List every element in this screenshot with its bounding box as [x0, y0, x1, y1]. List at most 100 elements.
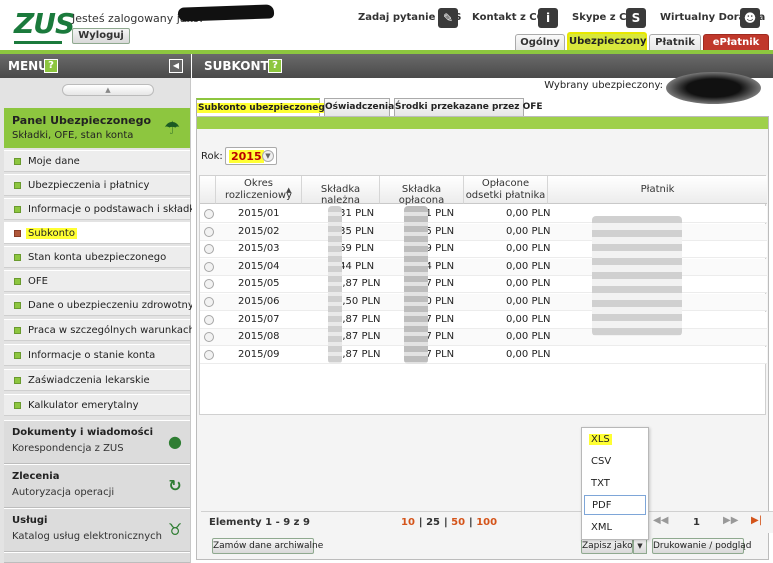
group-title: Zlecenia: [12, 471, 60, 482]
menu-item-kalkulator[interactable]: Kalkulator emerytalny: [4, 394, 190, 416]
cell-nalezna: 6,87 PLN: [336, 331, 381, 343]
menu-group-more[interactable]: [4, 552, 190, 563]
menu-header: MENU ? ◀: [0, 54, 191, 78]
option-label: XML: [591, 522, 613, 533]
column-label: Opłacone odsetki płatnika: [465, 178, 546, 201]
main-panel: SUBKONTO ? Wybrany ubezpieczony: Subkont…: [192, 54, 773, 563]
page-size-50[interactable]: 50: [451, 517, 465, 528]
logout-button[interactable]: Wyloguj: [72, 28, 130, 44]
first-page-icon[interactable]: ◀◀: [653, 515, 668, 526]
panel-ubezpieczonego[interactable]: Panel Ubezpieczonego Składki, OFE, stan …: [4, 108, 190, 148]
row-radio[interactable]: [204, 261, 214, 272]
menu-help-icon[interactable]: ?: [44, 59, 58, 73]
menu-item-praca-warunki[interactable]: Praca w szczególnych warunkach: [4, 319, 195, 341]
elements-count: Elementy 1 - 9 z 9: [209, 517, 310, 528]
cell-odsetki: 0,00 PLN: [506, 331, 551, 343]
menu-item-zaswiadczenia[interactable]: Zaświadczenia lekarskie: [4, 369, 190, 391]
column-header-nalezna[interactable]: Składka należna: [302, 176, 380, 206]
menu-item-label: Informacje o stanie konta: [28, 350, 156, 361]
table-footer: Elementy 1 - 9 z 9 10 | 25 | 50 | 100 ◀◀ 1 …: [201, 511, 773, 533]
group-title: Dokumenty i wiadomości: [12, 427, 153, 438]
content-frame: Rok: 2015 ▼ Okres rozliczeniowy Składka …: [196, 116, 773, 560]
menu-item-zdrowotne[interactable]: Dane o ubezpieczeniu zdrowotnym: [4, 294, 204, 316]
user-icon[interactable]: ☻: [740, 8, 760, 28]
logo-underline: [14, 41, 62, 44]
column-header-odsetki[interactable]: Opłacone odsetki płatnika: [464, 176, 548, 204]
row-radio[interactable]: [204, 279, 214, 290]
save-option-txt[interactable]: TXT: [584, 474, 646, 494]
menu-item-ubezpieczenia[interactable]: Ubezpieczenia i płatnicy: [4, 174, 190, 196]
left-menu: MENU ? ◀ ▲ Panel Ubezpieczonego Składki,…: [0, 54, 213, 563]
menu-item-informacje-podstawy[interactable]: Informacje o podstawach i składkach: [4, 198, 213, 220]
row-radio[interactable]: [204, 244, 214, 255]
bullet-icon: [14, 182, 21, 189]
menu-group-uslugi[interactable]: Usługi Katalog usług elektronicznych ♉: [4, 508, 190, 552]
order-archive-button[interactable]: Zamów dane archiwalne: [212, 538, 323, 554]
sort-asc-icon[interactable]: ▲: [286, 186, 291, 194]
zus-logo[interactable]: ZUS: [8, 7, 75, 44]
menu-group-dokumenty[interactable]: Dokumenty i wiadomości Korespondencja z …: [4, 420, 190, 464]
chevron-down-icon[interactable]: ▼: [633, 538, 647, 554]
menu-item-label: Dane o ubezpieczeniu zdrowotnym: [28, 300, 204, 311]
save-as-button[interactable]: Zapisz jako: [581, 538, 633, 554]
group-title: Usługi: [12, 515, 48, 526]
year-select[interactable]: 2015 ▼: [225, 147, 277, 165]
selected-insured-label: Wybrany ubezpieczony:: [544, 80, 663, 91]
select-column-header: [200, 176, 216, 204]
menu-group-zlecenia[interactable]: Zlecenia Autoryzacja operacji ↻: [4, 464, 190, 508]
menu-title: MENU: [8, 59, 48, 73]
row-radio[interactable]: [204, 297, 214, 307]
page-size-10[interactable]: 10: [401, 517, 415, 528]
group-subtitle: Korespondencja z ZUS: [12, 443, 124, 454]
next-page-icon[interactable]: ▶▶: [723, 515, 738, 526]
page-size-25[interactable]: 25: [426, 517, 440, 528]
tab-oswiadczenia[interactable]: Oświadczenia: [324, 98, 394, 116]
bullet-icon: [14, 158, 21, 165]
cell-odsetki: 0,00 PLN: [506, 225, 551, 237]
info-icon[interactable]: i: [538, 8, 558, 28]
menu-item-label: Moje dane: [28, 156, 80, 167]
chat-icon[interactable]: ✎: [438, 8, 458, 28]
column-header-oplacona[interactable]: Składka opłacona: [380, 176, 464, 206]
last-page-icon[interactable]: ▶|: [751, 515, 762, 526]
skype-icon[interactable]: S: [626, 8, 646, 28]
column-label: Płatnik: [640, 184, 675, 195]
menu-item-moje-dane[interactable]: Moje dane: [4, 150, 190, 172]
menu-item-label: Zaświadczenia lekarskie: [28, 375, 150, 386]
umbrella-icon: ☂: [164, 118, 181, 139]
page-number: 1: [693, 517, 700, 528]
main-help-icon[interactable]: ?: [268, 59, 282, 73]
menu-item-subkonto[interactable]: Subkonto: [4, 222, 190, 244]
print-preview-button[interactable]: Drukowanie / podgląd: [652, 538, 751, 554]
collapse-left-icon[interactable]: ◀: [169, 59, 183, 73]
page-size-100[interactable]: 100: [476, 517, 497, 528]
cell-odsetki: 0,00 PLN: [506, 348, 551, 360]
column-header-platnik[interactable]: Płatnik: [548, 176, 767, 204]
menu-item-label: Ubezpieczenia i płatnicy: [28, 180, 150, 191]
chevron-down-icon[interactable]: ▼: [262, 150, 274, 162]
menu-item-stan-konta[interactable]: Stan konta ubezpieczonego: [4, 246, 190, 268]
cell-odsetki: 0,00 PLN: [506, 208, 551, 219]
menu-scroll-up-button[interactable]: ▲: [62, 84, 154, 96]
row-radio[interactable]: [204, 209, 214, 219]
menu-item-informacje-stan[interactable]: Informacje o stanie konta: [4, 344, 190, 366]
option-label: PDF: [592, 500, 612, 511]
menu-item-label: Subkonto: [26, 228, 77, 239]
table-row[interactable]: 2015/09 6,87 PLN ,87 PLN 0,00 PLN: [200, 346, 767, 364]
save-option-xls[interactable]: XLS: [584, 430, 646, 450]
save-option-csv[interactable]: CSV: [584, 452, 646, 472]
row-radio[interactable]: [204, 226, 214, 237]
row-radio[interactable]: [204, 332, 214, 343]
year-label: Rok:: [201, 151, 223, 162]
bullet-icon: [14, 302, 21, 309]
row-radio[interactable]: [204, 314, 214, 325]
row-radio[interactable]: [204, 349, 214, 360]
save-option-xml[interactable]: XML: [584, 518, 646, 538]
tab-ubezpieczony[interactable]: Ubezpieczony: [567, 32, 647, 52]
bullet-icon: [14, 254, 21, 261]
save-option-pdf[interactable]: PDF: [584, 495, 646, 515]
tab-srodki-ofe[interactable]: Środki przekazane przez OFE: [394, 98, 543, 116]
tab-subkonto-ubezpieczonego[interactable]: Subkonto ubezpieczonego *: [196, 98, 340, 116]
cell-okres: 2015/06: [238, 296, 280, 307]
menu-item-ofe[interactable]: OFE: [4, 270, 190, 292]
